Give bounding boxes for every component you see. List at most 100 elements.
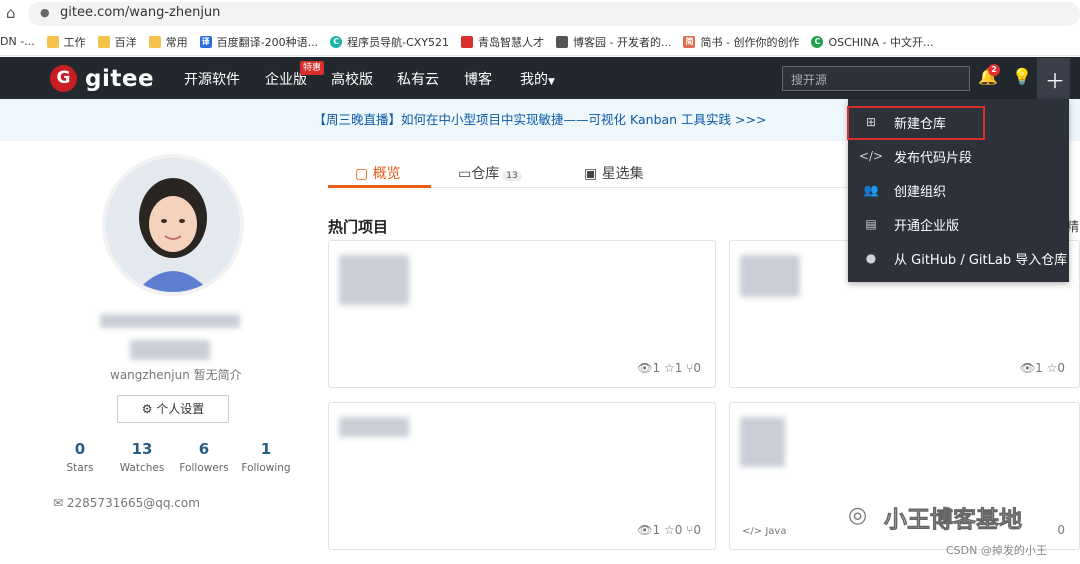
menu-publish-snippet[interactable]: </> 发布代码片段	[848, 139, 1069, 173]
card-stats-text: 1 ☆0	[1035, 361, 1065, 375]
bookmark-label: 简书 - 创作你的创作	[700, 35, 800, 49]
menu-import-repo[interactable]: ● 从 GitHub / GitLab 导入仓库	[848, 241, 1069, 275]
bookmark-label: 青岛智慧人才	[478, 35, 545, 49]
tab-collections[interactable]: ▣ 星选集	[584, 163, 644, 183]
stat-label: Following	[241, 462, 291, 474]
wechat-icon: ◎	[848, 503, 868, 528]
folder-icon	[46, 35, 59, 48]
bookmark-item[interactable]: 博客园 - 开发者的...	[556, 34, 671, 50]
bookmark-item[interactable]: 青岛智慧人才	[461, 34, 544, 50]
plus-icon: ＋	[1045, 69, 1065, 93]
email-text: 2285731665@qq.com	[66, 496, 200, 510]
bookmark-item[interactable]: C 程序员导航-CXY521	[330, 34, 449, 50]
stat-label: Watches	[119, 462, 165, 474]
bookmark-label: 百度翻译-200种语...	[216, 35, 319, 49]
stat-value: 13	[131, 440, 153, 458]
top-nav: G gitee 开源软件 企业版 特惠 高校版 私有云 博客 我的▼ 搜开源 🔔…	[0, 57, 1080, 99]
bookmark-item[interactable]: 工作	[46, 34, 86, 50]
nav-mine-label: 我的	[520, 72, 548, 88]
redacted-title	[740, 255, 800, 297]
stat-following[interactable]: 1 Following	[236, 440, 296, 474]
redacted-title	[339, 255, 409, 305]
code-icon: </>	[742, 526, 763, 537]
repo-count-badge: 13	[502, 171, 522, 181]
tab-label: 星选集	[601, 166, 644, 182]
card-stats: 👁1 ☆0	[1020, 361, 1065, 375]
stat-followers[interactable]: 6 Followers	[174, 440, 234, 474]
profile-settings-button[interactable]: ⚙ 个人设置	[117, 395, 229, 423]
bookmark-label: 博客园 - 开发者的...	[573, 35, 672, 49]
bookmark-item[interactable]: 简简书 - 创作你的创作	[683, 34, 799, 50]
avatar[interactable]	[102, 154, 244, 296]
menu-enterprise[interactable]: ▤ 开通企业版	[848, 207, 1069, 241]
eye-icon: 👁	[637, 361, 653, 375]
bulb-icon[interactable]: 💡	[1012, 67, 1032, 86]
collection-icon: ▣	[584, 166, 598, 182]
bookmark-item[interactable]: C OSCHINA - 中文开...	[811, 34, 934, 50]
stat-watches[interactable]: 13 Watches	[112, 440, 172, 474]
bookmark-item[interactable]: 百洋	[97, 34, 137, 50]
stat-label: Stars	[66, 462, 94, 474]
promo-badge: 特惠	[300, 61, 325, 75]
tab-repos[interactable]: ▭仓库 13	[458, 163, 522, 183]
bookmark-item[interactable]: DN -...	[0, 35, 35, 48]
create-button[interactable]: ＋	[1037, 58, 1070, 99]
nav-private-cloud[interactable]: 私有云	[397, 69, 439, 89]
address-bar: ⌂ ● gitee.com/wang-zhenjun	[0, 0, 1080, 28]
gear-icon: ⚙	[141, 402, 153, 416]
stat-value: 6	[198, 440, 210, 458]
bookmark-label: 常用	[165, 35, 188, 49]
card-language: </> Java	[742, 526, 786, 537]
bookmark-label: DN -...	[0, 35, 35, 48]
url-text[interactable]: gitee.com/wang-zhenjun	[60, 5, 220, 20]
github-icon: ●	[865, 251, 877, 265]
menu-label: 开通企业版	[894, 218, 960, 234]
project-card[interactable]: 👁1 ☆0 ⑂0	[328, 402, 716, 550]
menu-label: 从 GitHub / GitLab 导入仓库	[894, 252, 1068, 268]
redacted-title	[339, 417, 409, 437]
translate-icon: 译	[199, 35, 212, 48]
bookmark-item[interactable]: 译百度翻译-200种语...	[199, 34, 319, 50]
nav-blog[interactable]: 博客	[464, 69, 492, 89]
redacted-title	[740, 417, 785, 467]
menu-create-org[interactable]: 👥 创建组织	[848, 173, 1069, 207]
caret-down-icon: ▼	[548, 77, 555, 87]
eye-icon: 👁	[1019, 361, 1036, 375]
section-title: 热门项目	[328, 218, 389, 236]
site-icon	[461, 35, 474, 48]
card-stats-text: 1 ☆1 ⑂0	[652, 361, 702, 375]
site-icon: C	[811, 35, 824, 48]
active-tab-indicator	[328, 185, 431, 188]
repo-icon: ▭	[458, 166, 472, 182]
bookmark-label: 百洋	[114, 35, 137, 49]
lock-icon[interactable]: ●	[40, 6, 50, 19]
card-stats: 0	[1057, 523, 1065, 537]
menu-label: 发布代码片段	[894, 150, 973, 166]
csdn-credit: CSDN @掉发的小王	[946, 544, 1047, 557]
folder-icon	[97, 35, 110, 48]
tab-label: 概览	[372, 166, 401, 182]
tab-overview[interactable]: ▢ 概览	[355, 163, 401, 183]
project-card[interactable]: 👁1 ☆1 ⑂0	[328, 240, 716, 388]
card-stats: 👁1 ☆1 ⑂0	[637, 361, 701, 375]
stat-value: 0	[74, 440, 86, 458]
card-stats: 👁1 ☆0 ⑂0	[637, 523, 701, 537]
folder-icon	[148, 35, 161, 48]
home-icon[interactable]: ⌂	[6, 4, 16, 22]
nav-open-source[interactable]: 开源软件	[184, 69, 240, 89]
eye-icon: 👁	[637, 523, 653, 537]
logo-text: gitee	[85, 65, 155, 92]
bookmark-item[interactable]: 常用	[148, 34, 188, 50]
search-input[interactable]: 搜开源	[782, 66, 970, 91]
gitee-logo[interactable]: G gitee	[50, 65, 154, 92]
stat-stars[interactable]: 0 Stars	[50, 440, 110, 474]
card-stats-text: 0	[1057, 523, 1065, 537]
building-icon: ▤	[865, 217, 877, 231]
site-icon	[556, 35, 569, 48]
stat-label: Followers	[179, 462, 229, 474]
redacted-username	[130, 340, 210, 360]
nav-mine[interactable]: 我的▼	[520, 69, 555, 89]
redacted-name	[100, 314, 240, 328]
nav-university[interactable]: 高校版	[331, 69, 373, 89]
code-window-icon: ▢	[355, 166, 369, 182]
